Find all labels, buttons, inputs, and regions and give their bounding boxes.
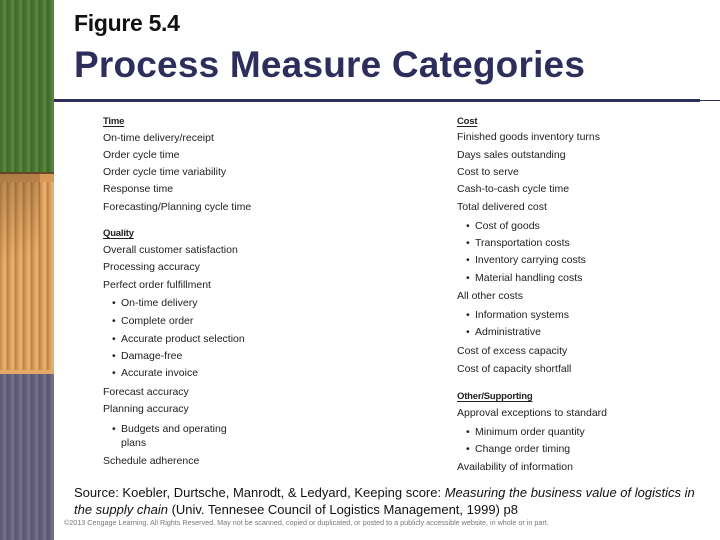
bullet-item: Budgets and operating plans [112, 422, 241, 450]
shipping-container-photo [0, 0, 54, 540]
section-heading-other-supporting: Other/Supporting [457, 391, 533, 402]
source-citation: Source: Koebler, Durtsche, Manrodt, & Le… [74, 484, 714, 518]
list-item: Forecasting/Planning cycle time [103, 201, 252, 213]
list-item: Perfect order fulfillment [103, 279, 211, 291]
list-item: Cost of capacity shortfall [457, 363, 572, 375]
bullet-item: Information systems [466, 309, 569, 322]
list-item: Response time [103, 183, 174, 195]
list-item: All other costs [457, 290, 523, 302]
purple-container [0, 370, 54, 540]
bullet-item: Material handling costs [466, 272, 582, 285]
list-item: Finished goods inventory turns [457, 131, 600, 143]
bullet-item: Cost of goods [466, 220, 540, 233]
list-item: Planning accuracy [103, 403, 189, 415]
list-item: Forecast accuracy [103, 386, 189, 398]
source-prefix: Source: Koebler, Durtsche, Manrodt, & Le… [74, 485, 445, 500]
source-suffix: (Univ. Tennesee Council of Logistics Man… [167, 502, 518, 517]
list-item: Overall customer satisfaction [103, 244, 238, 256]
bullet-item: Administrative [466, 326, 541, 339]
bullet-item: Accurate product selection [112, 333, 245, 346]
list-item: Order cycle time [103, 149, 180, 161]
list-item: Availability of information [457, 461, 573, 473]
list-item: On-time delivery/receipt [103, 132, 214, 144]
bullet-item: On-time delivery [112, 297, 198, 310]
bullet-item: Minimum order quantity [466, 426, 585, 439]
bullet-item: Inventory carrying costs [466, 254, 586, 267]
orange-container [0, 172, 54, 370]
section-heading-quality: Quality [103, 228, 134, 239]
page-title: Process Measure Categories [74, 44, 586, 85]
figure-label: Figure 5.4 [74, 10, 180, 36]
bullet-item: Accurate invoice [112, 367, 198, 380]
copyright-notice: ©2013 Cengage Learning. All Rights Reser… [64, 518, 549, 527]
section-heading-cost: Cost [457, 116, 478, 127]
list-item: Total delivered cost [457, 201, 547, 213]
list-item: Schedule adherence [103, 455, 200, 467]
list-item: Days sales outstanding [457, 149, 566, 161]
list-item: Approval exceptions to standard [457, 407, 608, 419]
green-container [0, 0, 54, 172]
bullet-item: Damage-free [112, 350, 182, 363]
section-heading-time: Time [103, 116, 125, 127]
title-divider-tail [700, 100, 720, 101]
bullet-item: Transportation costs [466, 237, 570, 250]
list-item: Processing accuracy [103, 261, 200, 273]
bullet-item: Change order timing [466, 443, 570, 456]
list-item: Cost to serve [457, 166, 519, 178]
list-item: Order cycle time variability [103, 166, 227, 178]
list-item: Cash-to-cash cycle time [457, 183, 570, 195]
title-divider [54, 99, 700, 102]
list-item: Cost of excess capacity [457, 345, 568, 357]
bullet-item: Complete order [112, 315, 193, 328]
